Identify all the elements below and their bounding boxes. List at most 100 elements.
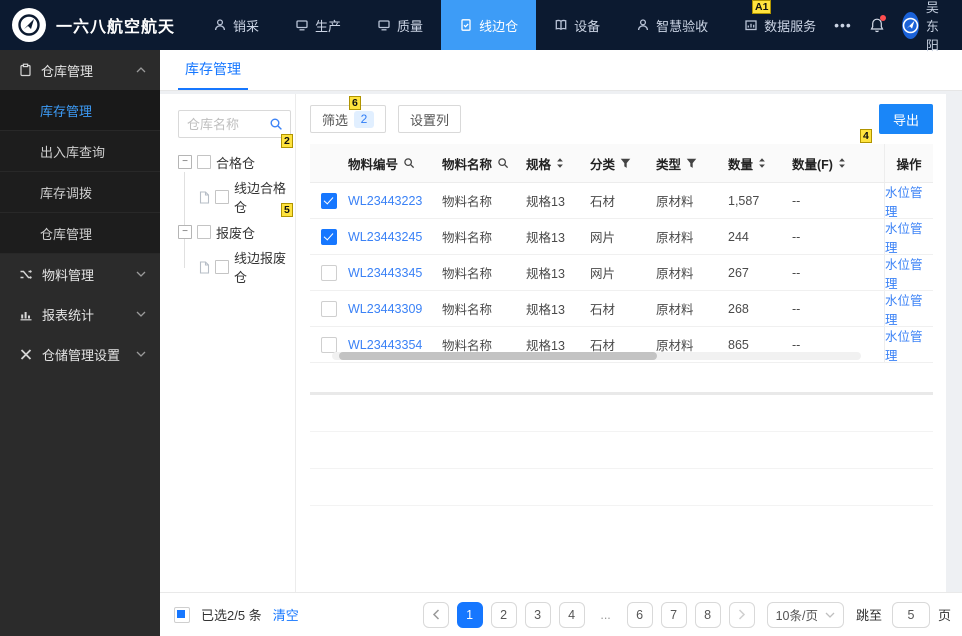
nav-item-line-warehouse[interactable]: 线边仓 xyxy=(441,0,537,50)
page-size-select[interactable]: 10条/页 xyxy=(766,601,844,628)
page-button-3[interactable]: 3 xyxy=(524,601,551,628)
page-button-8[interactable]: 8 xyxy=(694,601,721,628)
warehouse-search-input[interactable] xyxy=(179,116,267,132)
page-button-1[interactable]: 1 xyxy=(456,601,483,628)
water-level-link[interactable]: 水位管理 xyxy=(884,327,933,363)
search-icon[interactable] xyxy=(497,157,509,169)
filter-button-label: 筛选 xyxy=(322,112,349,128)
material-code-link[interactable]: WL23443223 xyxy=(348,194,442,208)
tree-checkbox[interactable] xyxy=(197,155,211,169)
nav-item-equipment[interactable]: 设备 xyxy=(536,0,618,50)
page-button-6[interactable]: 6 xyxy=(626,601,653,628)
select-all-checkbox[interactable] xyxy=(174,606,190,623)
category-cell: 网片 xyxy=(590,231,616,245)
column-header-category[interactable]: 分类 xyxy=(590,154,656,173)
water-level-link[interactable]: 水位管理 xyxy=(884,183,933,219)
sidebar-group-storage-settings[interactable]: 仓储管理设置 xyxy=(0,334,160,374)
column-settings-label: 设置列 xyxy=(410,112,450,128)
tree-node-qualified[interactable]: − 合格仓 xyxy=(178,150,295,174)
category-cell: 网片 xyxy=(590,267,616,281)
search-icon[interactable] xyxy=(403,157,415,169)
sort-icon[interactable] xyxy=(556,157,564,169)
sidebar-item-label: 库存调拨 xyxy=(40,185,93,201)
sort-icon[interactable] xyxy=(838,157,846,169)
tree-checkbox[interactable] xyxy=(197,225,211,239)
annotation-marker-4: 4 xyxy=(860,129,872,143)
scrollbar-thumb[interactable] xyxy=(339,352,657,360)
prev-page-button[interactable] xyxy=(422,601,449,628)
horizontal-scrollbar[interactable] xyxy=(332,352,861,360)
nav-item-smart-acceptance[interactable]: 智慧验收 xyxy=(618,0,726,50)
qty-f-cell: -- xyxy=(792,337,801,352)
sort-icon[interactable] xyxy=(758,157,766,169)
water-level-link[interactable]: 水位管理 xyxy=(884,255,933,291)
nav-item-data-service[interactable]: 数据服务 xyxy=(726,0,834,50)
search-icon[interactable] xyxy=(267,117,290,131)
collapse-toggle-icon[interactable]: − xyxy=(178,155,192,169)
table-toolbar: 筛选 2 设置列 导出 xyxy=(310,104,933,134)
filter-button[interactable]: 筛选 2 xyxy=(310,105,387,133)
nav-item-sales[interactable]: 销采 xyxy=(195,0,277,50)
filter-icon[interactable] xyxy=(620,158,631,169)
tree-node-line-scrap[interactable]: 线边报废仓 xyxy=(178,251,295,285)
filter-icon[interactable] xyxy=(686,158,697,169)
material-code-link[interactable]: WL23443345 xyxy=(348,266,442,280)
material-code-link[interactable]: WL23443309 xyxy=(348,302,442,316)
more-menu-button[interactable]: ••• xyxy=(834,17,852,33)
column-header-qty[interactable]: 数量 xyxy=(728,154,792,173)
user-menu[interactable]: 吴东阳 xyxy=(901,0,949,54)
qty-f-cell: -- xyxy=(792,301,801,316)
pagination-footer: 已选2/5 条 清空 1234... 678 10条/页 跳至 页 xyxy=(160,592,962,636)
tree-checkbox[interactable] xyxy=(215,190,229,204)
sidebar-group-label: 物料管理 xyxy=(42,267,95,283)
sidebar-item-warehouse-mgmt[interactable]: 仓库管理 xyxy=(0,213,160,254)
tree-node-scrap[interactable]: − 报废仓 xyxy=(178,220,295,244)
water-level-link[interactable]: 水位管理 xyxy=(884,291,933,327)
column-label: 规格 xyxy=(526,157,552,172)
page-button-2[interactable]: 2 xyxy=(490,601,517,628)
sidebar-group-label: 仓库管理 xyxy=(41,63,94,79)
nav-label: 智慧验收 xyxy=(656,18,709,34)
pagination-ellipsis[interactable]: ... xyxy=(593,602,619,628)
column-header-material-code[interactable]: 物料编号 xyxy=(348,154,442,173)
sidebar-group-report-stats[interactable]: 报表统计 xyxy=(0,294,160,334)
column-header-spec[interactable]: 规格 xyxy=(526,154,590,173)
chevron-down-icon xyxy=(136,351,146,357)
material-code-link[interactable]: WL23443245 xyxy=(348,230,442,244)
column-header-qty-f[interactable]: 数量(F) xyxy=(792,154,884,173)
sidebar-group-warehouse-mgmt[interactable]: 仓库管理 xyxy=(0,50,160,90)
page-button-4[interactable]: 4 xyxy=(558,601,585,628)
sidebar-item-inventory-mgmt[interactable]: 库存管理 xyxy=(0,90,160,131)
jump-page-input[interactable] xyxy=(891,601,930,628)
qty-cell: 267 xyxy=(728,265,749,280)
main-panel: − 合格仓 线边合格仓 − 报废仓 线边报废仓 xyxy=(160,94,946,592)
notification-bell-icon[interactable] xyxy=(869,14,886,34)
nav-label: 生产 xyxy=(315,18,342,34)
brand-title: 一六八航空航天 xyxy=(56,19,176,36)
column-header-material-name[interactable]: 物料名称 xyxy=(442,154,526,173)
sidebar-item-inout-query[interactable]: 出入库查询 xyxy=(0,131,160,172)
clear-selection-link[interactable]: 清空 xyxy=(273,605,299,624)
row-checkbox[interactable] xyxy=(321,192,337,209)
tab-inventory-mgmt[interactable]: 库存管理 xyxy=(178,50,248,90)
tree-node-line-qualified[interactable]: 线边合格仓 xyxy=(178,181,295,215)
material-code-link[interactable]: WL23443354 xyxy=(348,338,442,352)
export-button[interactable]: 导出 xyxy=(878,104,933,134)
water-level-link[interactable]: 水位管理 xyxy=(884,219,933,255)
nav-item-quality[interactable]: 质量 xyxy=(359,0,441,50)
tree-checkbox[interactable] xyxy=(215,260,229,274)
row-checkbox[interactable] xyxy=(321,228,337,245)
nav-item-production[interactable]: 生产 xyxy=(277,0,359,50)
row-checkbox[interactable] xyxy=(321,300,337,317)
sidebar-group-material-mgmt[interactable]: 物料管理 xyxy=(0,254,160,294)
next-page-button[interactable] xyxy=(728,601,755,628)
row-checkbox[interactable] xyxy=(321,336,337,353)
collapse-toggle-icon[interactable]: − xyxy=(178,225,192,239)
sidebar-item-stock-transfer[interactable]: 库存调拨 xyxy=(0,172,160,213)
column-header-type[interactable]: 类型 xyxy=(656,154,728,173)
row-checkbox[interactable] xyxy=(321,264,337,281)
page-button-7[interactable]: 7 xyxy=(660,601,687,628)
company-logo-icon xyxy=(12,8,46,42)
bar-chart-icon xyxy=(19,308,33,321)
column-settings-button[interactable]: 设置列 xyxy=(398,105,462,133)
